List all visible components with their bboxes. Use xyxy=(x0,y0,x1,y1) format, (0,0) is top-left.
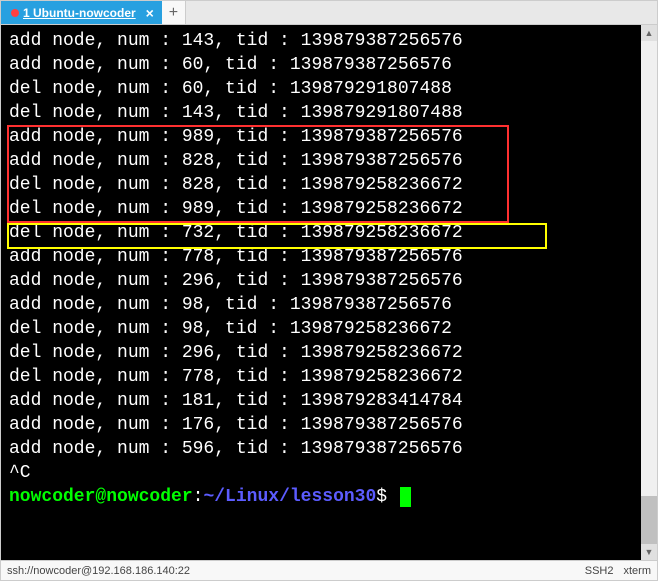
app-window: 1 Ubuntu-nowcoder × + add node, num : 14… xyxy=(0,0,658,581)
output-line: add node, num : 596, tid : 1398793872565… xyxy=(9,437,649,461)
output-line: add node, num : 828, tid : 1398793872565… xyxy=(9,149,649,173)
output-line: add node, num : 778, tid : 1398793872565… xyxy=(9,245,649,269)
output-line: del node, num : 989, tid : 1398792582366… xyxy=(9,197,649,221)
status-indicator-icon xyxy=(11,9,19,17)
status-connection: ssh://nowcoder@192.168.186.140:22 xyxy=(7,565,190,577)
tab-active[interactable]: 1 Ubuntu-nowcoder × xyxy=(1,1,162,24)
output-line: del node, num : 98, tid : 13987925823667… xyxy=(9,317,649,341)
plus-icon: + xyxy=(169,4,178,22)
scroll-up-button[interactable]: ▲ xyxy=(641,25,657,41)
prompt-sep: : xyxy=(193,487,204,507)
chevron-down-icon: ▼ xyxy=(645,547,654,557)
status-protocol: SSH2 xyxy=(585,565,614,577)
scrollbar[interactable]: ▲ ▼ xyxy=(641,25,657,560)
status-right: SSH2 xterm xyxy=(585,565,651,577)
add-tab-button[interactable]: + xyxy=(162,1,186,24)
tab-label: 1 Ubuntu-nowcoder xyxy=(23,6,136,20)
output-line: add node, num : 98, tid : 13987938725657… xyxy=(9,293,649,317)
output-line: ^C xyxy=(9,461,649,485)
output-line: del node, num : 143, tid : 1398792918074… xyxy=(9,101,649,125)
output-line: add node, num : 143, tid : 1398793872565… xyxy=(9,29,649,53)
output-line: add node, num : 60, tid : 13987938725657… xyxy=(9,53,649,77)
output-line: add node, num : 176, tid : 1398793872565… xyxy=(9,413,649,437)
output-line: del node, num : 778, tid : 1398792582366… xyxy=(9,365,649,389)
terminal[interactable]: add node, num : 143, tid : 1398793872565… xyxy=(1,25,657,560)
output-line: add node, num : 296, tid : 1398793872565… xyxy=(9,269,649,293)
tab-bar: 1 Ubuntu-nowcoder × + xyxy=(1,1,657,25)
chevron-up-icon: ▲ xyxy=(645,28,654,38)
output-line: del node, num : 296, tid : 1398792582366… xyxy=(9,341,649,365)
prompt-dollar: $ xyxy=(376,487,398,507)
status-bar: ssh://nowcoder@192.168.186.140:22 SSH2 x… xyxy=(1,560,657,580)
status-term: xterm xyxy=(624,565,652,577)
output-line: del node, num : 828, tid : 1398792582366… xyxy=(9,173,649,197)
output-line: del node, num : 732, tid : 1398792582366… xyxy=(9,221,649,245)
prompt-path: ~/Linux/lesson30 xyxy=(203,487,376,507)
output-line: del node, num : 60, tid : 13987929180748… xyxy=(9,77,649,101)
output-line: add node, num : 181, tid : 1398792834147… xyxy=(9,389,649,413)
prompt-user: nowcoder@nowcoder xyxy=(9,487,193,507)
close-icon[interactable]: × xyxy=(146,6,154,20)
cursor-icon xyxy=(400,487,411,507)
terminal-container: add node, num : 143, tid : 1398793872565… xyxy=(1,25,657,560)
output-line: add node, num : 989, tid : 1398793872565… xyxy=(9,125,649,149)
scroll-down-button[interactable]: ▼ xyxy=(641,544,657,560)
prompt-line: nowcoder@nowcoder:~/Linux/lesson30$ xyxy=(9,485,649,509)
scroll-thumb[interactable] xyxy=(641,496,657,544)
scroll-track[interactable] xyxy=(641,41,657,544)
